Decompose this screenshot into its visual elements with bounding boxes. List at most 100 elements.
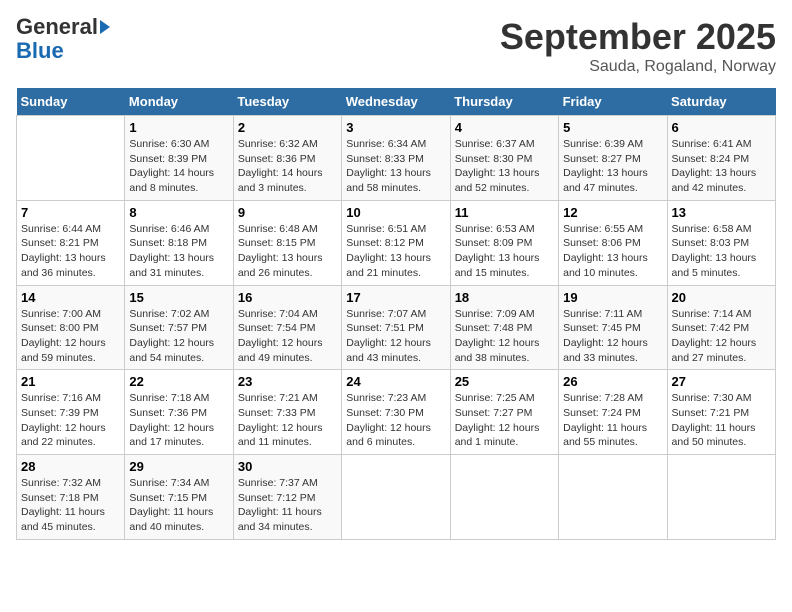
calendar-cell	[17, 116, 125, 201]
page-title: September 2025	[500, 16, 776, 58]
calendar-cell: 14 Sunrise: 7:00 AMSunset: 8:00 PMDayligh…	[17, 285, 125, 370]
header-row: SundayMondayTuesdayWednesdayThursdayFrid…	[17, 88, 776, 116]
day-number: 27	[672, 374, 771, 389]
calendar-cell: 25Sunrise: 7:25 AMSunset: 7:27 PMDayligh…	[450, 370, 558, 455]
calendar-week-row: 7 Sunrise: 6:44 AMSunset: 8:21 PMDaylight…	[17, 200, 776, 285]
calendar-week-row: 1 Sunrise: 6:30 AMSunset: 8:39 PMDaylight…	[17, 116, 776, 201]
calendar-cell: 7 Sunrise: 6:44 AMSunset: 8:21 PMDaylight…	[17, 200, 125, 285]
calendar-cell: 12 Sunrise: 6:55 AMSunset: 8:06 PMDayligh…	[559, 200, 667, 285]
day-number: 11	[455, 205, 554, 220]
day-number: 12	[563, 205, 662, 220]
day-info: Sunrise: 6:30 AMSunset: 8:39 PMDaylight:…	[129, 137, 228, 196]
day-number: 1	[129, 120, 228, 135]
calendar-cell: 29 Sunrise: 7:34 AMSunset: 7:15 PMDayligh…	[125, 455, 233, 540]
day-info: Sunrise: 6:46 AMSunset: 8:18 PMDaylight:…	[129, 222, 228, 281]
day-number: 26	[563, 374, 662, 389]
calendar-cell: 22Sunrise: 7:18 AMSunset: 7:36 PMDayligh…	[125, 370, 233, 455]
calendar-cell: 9 Sunrise: 6:48 AMSunset: 8:15 PMDaylight…	[233, 200, 341, 285]
day-info: Sunrise: 6:51 AMSunset: 8:12 PMDaylight:…	[346, 222, 445, 281]
calendar-cell	[559, 455, 667, 540]
calendar-cell: 13Sunrise: 6:58 AMSunset: 8:03 PMDayligh…	[667, 200, 775, 285]
day-info: Sunrise: 6:55 AMSunset: 8:06 PMDaylight:…	[563, 222, 662, 281]
day-number: 8	[129, 205, 228, 220]
calendar-cell: 27 Sunrise: 7:30 AMSunset: 7:21 PMDayligh…	[667, 370, 775, 455]
calendar-cell	[342, 455, 450, 540]
calendar-cell	[667, 455, 775, 540]
calendar-cell: 6 Sunrise: 6:41 AMSunset: 8:24 PMDaylight…	[667, 116, 775, 201]
calendar-cell: 23Sunrise: 7:21 AMSunset: 7:33 PMDayligh…	[233, 370, 341, 455]
calendar-cell: 26 Sunrise: 7:28 AMSunset: 7:24 PMDayligh…	[559, 370, 667, 455]
day-number: 28	[21, 459, 120, 474]
day-number: 16	[238, 290, 337, 305]
day-info: Sunrise: 7:23 AMSunset: 7:30 PMDaylight:…	[346, 391, 445, 450]
day-number: 29	[129, 459, 228, 474]
calendar-cell: 10 Sunrise: 6:51 AMSunset: 8:12 PMDayligh…	[342, 200, 450, 285]
day-number: 5	[563, 120, 662, 135]
day-number: 4	[455, 120, 554, 135]
day-number: 18	[455, 290, 554, 305]
day-info: Sunrise: 7:28 AMSunset: 7:24 PMDaylight:…	[563, 391, 662, 450]
day-number: 9	[238, 205, 337, 220]
title-block: September 2025 Sauda, Rogaland, Norway	[500, 16, 776, 76]
calendar-week-row: 14 Sunrise: 7:00 AMSunset: 8:00 PMDayligh…	[17, 285, 776, 370]
calendar-cell: 5 Sunrise: 6:39 AMSunset: 8:27 PMDaylight…	[559, 116, 667, 201]
day-number: 15	[129, 290, 228, 305]
calendar-table: SundayMondayTuesdayWednesdayThursdayFrid…	[16, 88, 776, 540]
day-info: Sunrise: 7:02 AMSunset: 7:57 PMDaylight:…	[129, 307, 228, 366]
day-info: Sunrise: 7:07 AMSunset: 7:51 PMDaylight:…	[346, 307, 445, 366]
weekday-header: Thursday	[450, 88, 558, 116]
day-number: 20	[672, 290, 771, 305]
calendar-cell: 15 Sunrise: 7:02 AMSunset: 7:57 PMDayligh…	[125, 285, 233, 370]
page-subtitle: Sauda, Rogaland, Norway	[500, 58, 776, 76]
day-info: Sunrise: 7:14 AMSunset: 7:42 PMDaylight:…	[672, 307, 771, 366]
weekday-header: Friday	[559, 88, 667, 116]
weekday-header: Monday	[125, 88, 233, 116]
day-number: 2	[238, 120, 337, 135]
logo: General Blue	[16, 16, 110, 64]
day-number: 10	[346, 205, 445, 220]
day-info: Sunrise: 6:44 AMSunset: 8:21 PMDaylight:…	[21, 222, 120, 281]
calendar-cell	[450, 455, 558, 540]
logo-arrow-icon	[100, 20, 110, 34]
calendar-cell: 28 Sunrise: 7:32 AMSunset: 7:18 PMDayligh…	[17, 455, 125, 540]
logo-blue: Blue	[16, 38, 64, 64]
day-info: Sunrise: 6:39 AMSunset: 8:27 PMDaylight:…	[563, 137, 662, 196]
day-number: 7	[21, 205, 120, 220]
day-info: Sunrise: 7:18 AMSunset: 7:36 PMDaylight:…	[129, 391, 228, 450]
day-info: Sunrise: 7:09 AMSunset: 7:48 PMDaylight:…	[455, 307, 554, 366]
day-info: Sunrise: 7:04 AMSunset: 7:54 PMDaylight:…	[238, 307, 337, 366]
calendar-cell: 11 Sunrise: 6:53 AMSunset: 8:09 PMDayligh…	[450, 200, 558, 285]
day-number: 21	[21, 374, 120, 389]
calendar-cell: 30Sunrise: 7:37 AMSunset: 7:12 PMDayligh…	[233, 455, 341, 540]
day-info: Sunrise: 7:30 AMSunset: 7:21 PMDaylight:…	[672, 391, 771, 450]
calendar-cell: 21 Sunrise: 7:16 AMSunset: 7:39 PMDayligh…	[17, 370, 125, 455]
day-number: 30	[238, 459, 337, 474]
day-info: Sunrise: 6:41 AMSunset: 8:24 PMDaylight:…	[672, 137, 771, 196]
day-number: 6	[672, 120, 771, 135]
calendar-week-row: 21 Sunrise: 7:16 AMSunset: 7:39 PMDayligh…	[17, 370, 776, 455]
calendar-cell: 19Sunrise: 7:11 AMSunset: 7:45 PMDayligh…	[559, 285, 667, 370]
day-number: 25	[455, 374, 554, 389]
day-number: 24	[346, 374, 445, 389]
calendar-cell: 18 Sunrise: 7:09 AMSunset: 7:48 PMDayligh…	[450, 285, 558, 370]
weekday-header: Sunday	[17, 88, 125, 116]
page-header: General Blue September 2025 Sauda, Rogal…	[16, 16, 776, 76]
day-info: Sunrise: 6:37 AMSunset: 8:30 PMDaylight:…	[455, 137, 554, 196]
calendar-cell: 1 Sunrise: 6:30 AMSunset: 8:39 PMDaylight…	[125, 116, 233, 201]
day-info: Sunrise: 6:48 AMSunset: 8:15 PMDaylight:…	[238, 222, 337, 281]
day-info: Sunrise: 7:21 AMSunset: 7:33 PMDaylight:…	[238, 391, 337, 450]
calendar-week-row: 28 Sunrise: 7:32 AMSunset: 7:18 PMDayligh…	[17, 455, 776, 540]
calendar-cell: 16 Sunrise: 7:04 AMSunset: 7:54 PMDayligh…	[233, 285, 341, 370]
day-info: Sunrise: 7:16 AMSunset: 7:39 PMDaylight:…	[21, 391, 120, 450]
logo-general: General	[16, 16, 98, 38]
day-info: Sunrise: 7:32 AMSunset: 7:18 PMDaylight:…	[21, 476, 120, 535]
calendar-cell: 2 Sunrise: 6:32 AMSunset: 8:36 PMDaylight…	[233, 116, 341, 201]
day-number: 17	[346, 290, 445, 305]
day-number: 3	[346, 120, 445, 135]
day-info: Sunrise: 6:32 AMSunset: 8:36 PMDaylight:…	[238, 137, 337, 196]
day-info: Sunrise: 7:34 AMSunset: 7:15 PMDaylight:…	[129, 476, 228, 535]
day-number: 14	[21, 290, 120, 305]
calendar-cell: 3Sunrise: 6:34 AMSunset: 8:33 PMDaylight…	[342, 116, 450, 201]
day-info: Sunrise: 6:53 AMSunset: 8:09 PMDaylight:…	[455, 222, 554, 281]
day-info: Sunrise: 7:00 AMSunset: 8:00 PMDaylight:…	[21, 307, 120, 366]
